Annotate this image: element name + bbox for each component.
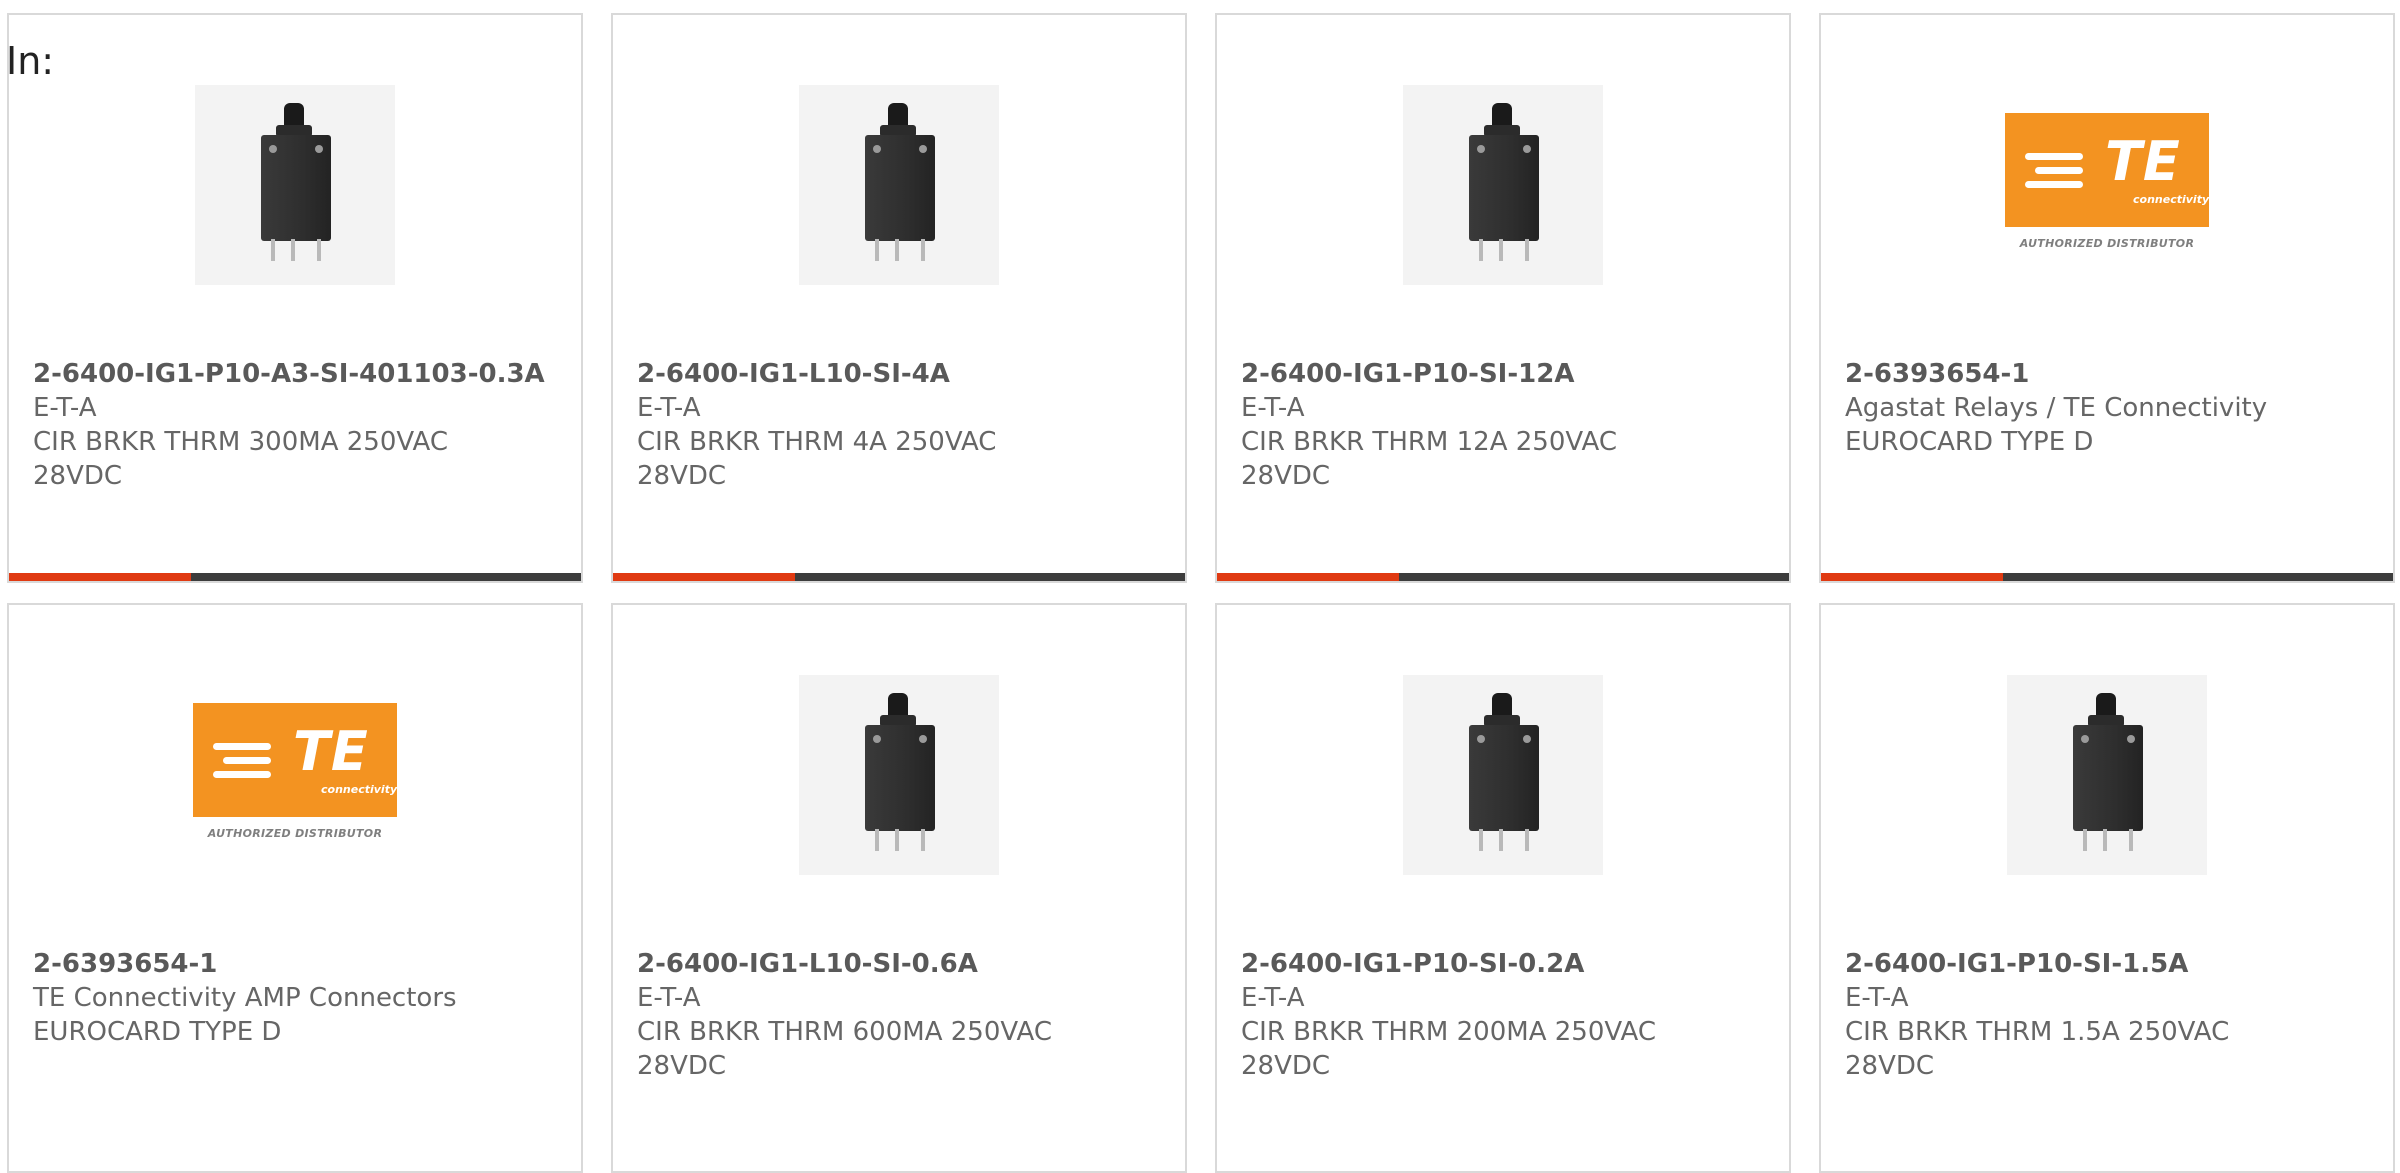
part-number-link[interactable]: 2-6400-IG1-P10-SI-0.2A [1241, 947, 1779, 981]
part-number-link[interactable]: 2-6400-IG1-P10-SI-12A [1241, 357, 1779, 391]
product-image[interactable] [9, 85, 581, 285]
circuit-breaker-image [1403, 85, 1603, 285]
part-number-link[interactable]: 2-6400-IG1-P10-A3-SI-401103-0.3A [33, 357, 571, 391]
product-description: CIR BRKR THRM 600MA 250VAC 28VDC [637, 1017, 1052, 1081]
manufacturer-name: E-T-A [1845, 983, 1909, 1013]
part-number-link[interactable]: 2-6400-IG1-L10-SI-0.6A [637, 947, 1175, 981]
circuit-breaker-image [1403, 675, 1603, 875]
product-card[interactable]: 2-6400-IG1-L10-SI-0.6A E-T-A CIR BRKR TH… [611, 603, 1187, 1173]
manufacturer-name: E-T-A [33, 393, 97, 423]
product-description: EUROCARD TYPE D [1845, 427, 2094, 457]
part-number-link[interactable]: 2-6393654-1 [1845, 357, 2383, 391]
in-label: In: [6, 39, 55, 83]
te-connectivity-logo: TE connectivity AUTHORIZED DISTRIBUTOR [2005, 113, 2209, 263]
product-description: CIR BRKR THRM 200MA 250VAC 28VDC [1241, 1017, 1656, 1081]
product-description: CIR BRKR THRM 1.5A 250VAC 28VDC [1845, 1017, 2230, 1081]
manufacturer-name: E-T-A [637, 393, 701, 423]
circuit-breaker-image [799, 675, 999, 875]
product-card[interactable]: 2-6400-IG1-P10-SI-1.5A E-T-A CIR BRKR TH… [1819, 603, 2395, 1173]
product-image[interactable]: TE connectivity AUTHORIZED DISTRIBUTOR [9, 703, 581, 853]
product-description: CIR BRKR THRM 12A 250VAC 28VDC [1241, 427, 1617, 491]
card-accent-bar [9, 573, 581, 581]
product-description: CIR BRKR THRM 4A 250VAC 28VDC [637, 427, 997, 491]
part-number-link[interactable]: 2-6400-IG1-P10-SI-1.5A [1845, 947, 2383, 981]
card-accent-bar [1217, 573, 1789, 581]
product-image[interactable] [613, 85, 1185, 285]
product-image[interactable] [1217, 675, 1789, 875]
card-accent-bar [1821, 573, 2393, 581]
part-number-link[interactable]: 2-6400-IG1-L10-SI-4A [637, 357, 1175, 391]
product-card[interactable]: 2-6400-IG1-P10-SI-12A E-T-A CIR BRKR THR… [1215, 13, 1791, 583]
manufacturer-name: E-T-A [637, 983, 701, 1013]
manufacturer-name: E-T-A [1241, 393, 1305, 423]
manufacturer-name: Agastat Relays / TE Connectivity [1845, 393, 2268, 423]
product-description: CIR BRKR THRM 300MA 250VAC 28VDC [33, 427, 448, 491]
manufacturer-name: TE Connectivity AMP Connectors [33, 983, 457, 1013]
product-card[interactable]: 2-6400-IG1-P10-SI-0.2A E-T-A CIR BRKR TH… [1215, 603, 1791, 1173]
circuit-breaker-image [799, 85, 999, 285]
product-image[interactable] [1217, 85, 1789, 285]
circuit-breaker-image [195, 85, 395, 285]
card-accent-bar [613, 573, 1185, 581]
product-card[interactable]: TE connectivity AUTHORIZED DISTRIBUTOR 2… [7, 603, 583, 1173]
product-card[interactable]: TE connectivity AUTHORIZED DISTRIBUTOR 2… [1819, 13, 2395, 583]
manufacturer-name: E-T-A [1241, 983, 1305, 1013]
product-card[interactable]: 2-6400-IG1-P10-A3-SI-401103-0.3A E-T-A C… [7, 13, 583, 583]
circuit-breaker-image [2007, 675, 2207, 875]
product-image[interactable] [1821, 675, 2393, 875]
product-description: EUROCARD TYPE D [33, 1017, 282, 1047]
product-card[interactable]: 2-6400-IG1-L10-SI-4A E-T-A CIR BRKR THRM… [611, 13, 1187, 583]
part-number-link[interactable]: 2-6393654-1 [33, 947, 571, 981]
product-image[interactable]: TE connectivity AUTHORIZED DISTRIBUTOR [1821, 113, 2393, 263]
product-image[interactable] [613, 675, 1185, 875]
te-connectivity-logo: TE connectivity AUTHORIZED DISTRIBUTOR [193, 703, 397, 853]
